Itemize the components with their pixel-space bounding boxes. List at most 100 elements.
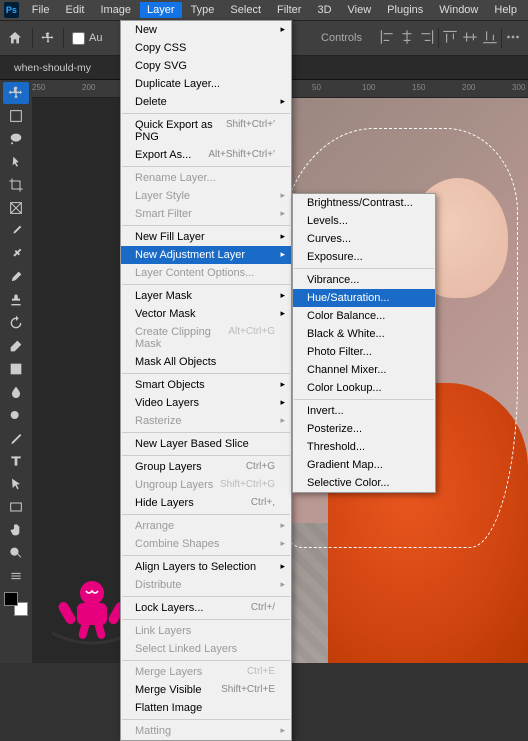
menu-3d[interactable]: 3D <box>310 2 338 18</box>
layer-menu-item-32: Arrange <box>121 517 291 535</box>
layer-menu-item-14[interactable]: New Adjustment Layer <box>121 246 291 264</box>
layer-menu-item-45[interactable]: Flatten Image <box>121 699 291 717</box>
adjustment-submenu-item-6[interactable]: Hue/Saturation... <box>293 289 435 307</box>
adjustment-submenu-item-16[interactable]: Gradient Map... <box>293 456 435 474</box>
eraser-tool[interactable] <box>3 335 29 357</box>
layer-menu-item-30[interactable]: Hide LayersCtrl+, <box>121 494 291 512</box>
layer-menu-item-28[interactable]: Group LayersCtrl+G <box>121 458 291 476</box>
align-buttons <box>378 28 522 48</box>
auto-select-checkbox[interactable]: Au <box>72 32 102 45</box>
document-tab[interactable]: when-should-my <box>6 58 99 78</box>
layer-menu-item-20[interactable]: Mask All Objects <box>121 353 291 371</box>
align-center-h-icon[interactable] <box>398 28 416 46</box>
layer-menu-item-10: Layer Style <box>121 187 291 205</box>
adjustment-submenu-item-2[interactable]: Curves... <box>293 230 435 248</box>
layer-menu-item-3[interactable]: Duplicate Layer... <box>121 75 291 93</box>
type-tool[interactable] <box>3 450 29 472</box>
home-icon[interactable] <box>6 30 24 46</box>
layer-menu-dropdown: NewCopy CSSCopy SVGDuplicate Layer...Del… <box>120 20 292 741</box>
layer-menu-item-38[interactable]: Lock Layers...Ctrl+/ <box>121 599 291 617</box>
menu-edit[interactable]: Edit <box>58 2 91 18</box>
adjustment-submenu-item-13[interactable]: Invert... <box>293 402 435 420</box>
layer-menu-item-4[interactable]: Delete <box>121 93 291 111</box>
adjustment-submenu-item-5[interactable]: Vibrance... <box>293 271 435 289</box>
move-tool-icon[interactable] <box>41 31 55 45</box>
layer-menu-item-17[interactable]: Layer Mask <box>121 287 291 305</box>
pen-tool[interactable] <box>3 427 29 449</box>
crop-tool[interactable] <box>3 174 29 196</box>
healing-tool[interactable] <box>3 243 29 265</box>
menu-select[interactable]: Select <box>223 2 268 18</box>
layer-menu-item-13[interactable]: New Fill Layer <box>121 228 291 246</box>
align-right-icon[interactable] <box>418 28 436 46</box>
brush-tool[interactable] <box>3 266 29 288</box>
marquee-tool[interactable] <box>3 105 29 127</box>
menu-file[interactable]: File <box>25 2 57 18</box>
layer-menu-item-6[interactable]: Quick Export as PNGShift+Ctrl+' <box>121 116 291 146</box>
adjustment-submenu-item-17[interactable]: Selective Color... <box>293 474 435 492</box>
layer-menu-item-33: Combine Shapes <box>121 535 291 553</box>
adjustment-submenu-item-0[interactable]: Brightness/Contrast... <box>293 194 435 212</box>
align-bottom-icon[interactable] <box>481 28 499 46</box>
layer-menu-item-22[interactable]: Smart Objects <box>121 376 291 394</box>
menu-plugins[interactable]: Plugins <box>380 2 430 18</box>
menu-help[interactable]: Help <box>487 2 524 18</box>
app-icon: Ps <box>4 2 19 18</box>
align-left-icon[interactable] <box>378 28 396 46</box>
layer-menu-item-26[interactable]: New Layer Based Slice <box>121 435 291 453</box>
adjustment-submenu-item-7[interactable]: Color Balance... <box>293 307 435 325</box>
layer-menu-item-23[interactable]: Video Layers <box>121 394 291 412</box>
menu-window[interactable]: Window <box>432 2 485 18</box>
adjustment-submenu-item-15[interactable]: Threshold... <box>293 438 435 456</box>
layer-menu-item-0[interactable]: New <box>121 21 291 39</box>
quick-select-tool[interactable] <box>3 151 29 173</box>
lasso-tool[interactable] <box>3 128 29 150</box>
layer-menu-item-41: Select Linked Layers <box>121 640 291 658</box>
adjustment-submenu-item-3[interactable]: Exposure... <box>293 248 435 266</box>
adjustment-submenu-item-1[interactable]: Levels... <box>293 212 435 230</box>
show-transform-controls-label: Controls <box>321 32 362 44</box>
adjustment-submenu-item-11[interactable]: Color Lookup... <box>293 379 435 397</box>
layer-menu-item-19: Create Clipping MaskAlt+Ctrl+G <box>121 323 291 353</box>
menu-view[interactable]: View <box>341 2 379 18</box>
layer-menu-item-35[interactable]: Align Layers to Selection <box>121 558 291 576</box>
menu-image[interactable]: Image <box>93 2 138 18</box>
frame-tool[interactable] <box>3 197 29 219</box>
gradient-tool[interactable] <box>3 358 29 380</box>
layer-menu-item-44[interactable]: Merge VisibleShift+Ctrl+E <box>121 681 291 699</box>
layer-menu-item-29: Ungroup LayersShift+Ctrl+G <box>121 476 291 494</box>
adjustment-submenu-item-14[interactable]: Posterize... <box>293 420 435 438</box>
align-top-icon[interactable] <box>441 28 459 46</box>
dodge-tool[interactable] <box>3 404 29 426</box>
path-select-tool[interactable] <box>3 473 29 495</box>
layer-menu-item-2[interactable]: Copy SVG <box>121 57 291 75</box>
layer-menu-item-24: Rasterize <box>121 412 291 430</box>
adjustment-submenu-item-8[interactable]: Black & White... <box>293 325 435 343</box>
layer-menu-item-7[interactable]: Export As...Alt+Shift+Ctrl+' <box>121 146 291 164</box>
layer-menu-item-11: Smart Filter <box>121 205 291 223</box>
color-swatches[interactable] <box>4 592 28 616</box>
layer-menu-item-18[interactable]: Vector Mask <box>121 305 291 323</box>
zoom-tool[interactable] <box>3 542 29 564</box>
move-tool[interactable] <box>3 82 29 104</box>
more-align-icon[interactable] <box>504 28 522 46</box>
menu-layer[interactable]: Layer <box>140 2 182 18</box>
adjustment-submenu-item-10[interactable]: Channel Mixer... <box>293 361 435 379</box>
history-brush-tool[interactable] <box>3 312 29 334</box>
layer-menu-item-1[interactable]: Copy CSS <box>121 39 291 57</box>
rectangle-tool[interactable] <box>3 496 29 518</box>
layer-menu-item-43: Merge LayersCtrl+E <box>121 663 291 681</box>
menu-filter[interactable]: Filter <box>270 2 308 18</box>
tools-panel <box>0 80 32 663</box>
blur-tool[interactable] <box>3 381 29 403</box>
stamp-tool[interactable] <box>3 289 29 311</box>
edit-toolbar-tool[interactable] <box>3 565 29 587</box>
layer-menu-item-40: Link Layers <box>121 622 291 640</box>
hand-tool[interactable] <box>3 519 29 541</box>
layer-menu-item-15: Layer Content Options... <box>121 264 291 282</box>
menu-type[interactable]: Type <box>184 2 222 18</box>
eyedropper-tool[interactable] <box>3 220 29 242</box>
new-adjustment-layer-submenu: Brightness/Contrast...Levels...Curves...… <box>292 193 436 493</box>
adjustment-submenu-item-9[interactable]: Photo Filter... <box>293 343 435 361</box>
align-center-v-icon[interactable] <box>461 28 479 46</box>
